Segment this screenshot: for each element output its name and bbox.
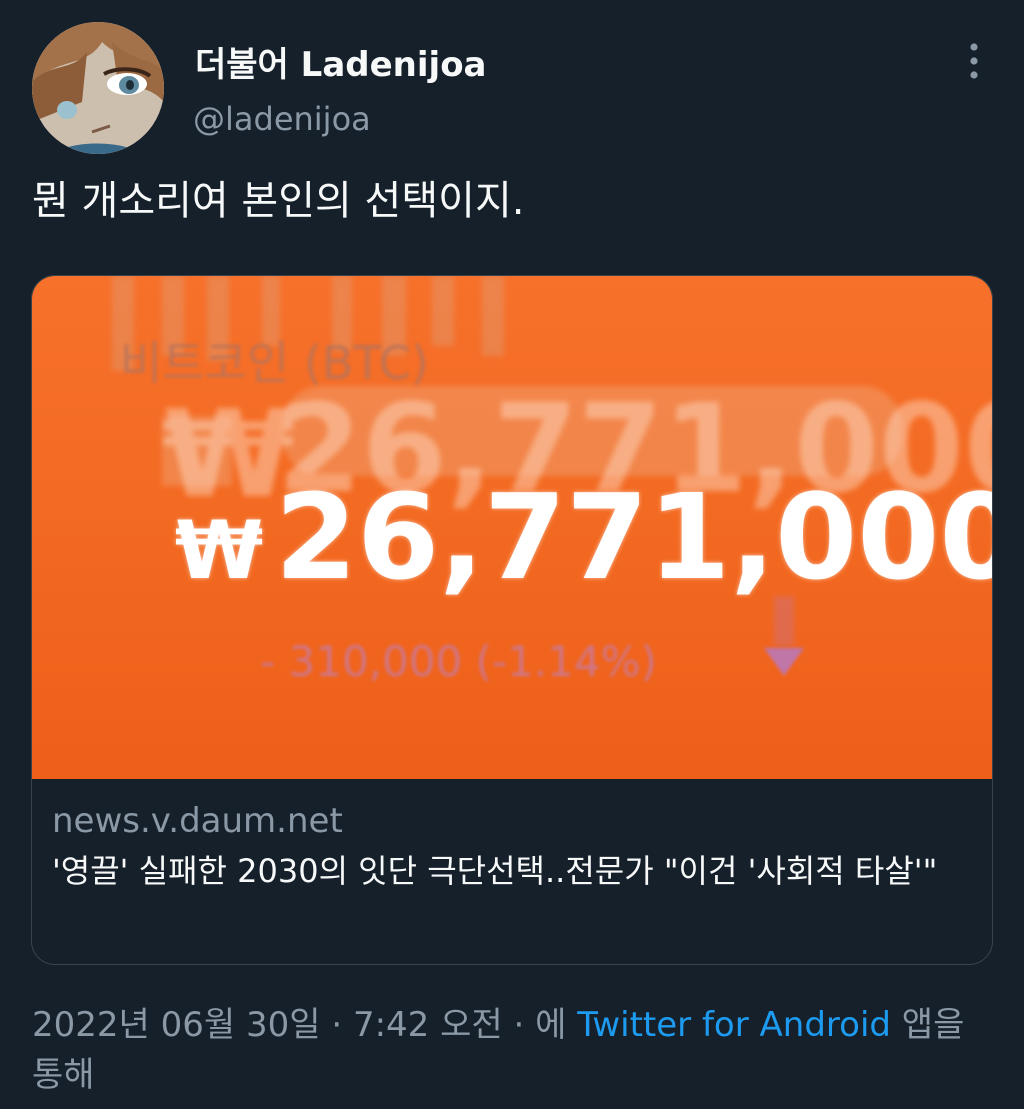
user-handle[interactable]: @ladenijoa xyxy=(193,100,371,138)
via-prefix: · 에 xyxy=(513,1005,567,1045)
tweet-text: 뭔 개소리여 본인의 선택이지. xyxy=(32,178,525,224)
display-name[interactable]: 더불어 Ladenijoa xyxy=(195,37,487,86)
avatar[interactable] xyxy=(32,22,164,154)
more-vertical-icon xyxy=(970,43,978,79)
card-image: 비트코인 (BTC) ₩ 26,771,000 ₩ 26,771,000 ₩ 2… xyxy=(32,276,993,779)
tweet-meta: 2022년 06월 30일 · 7:42 오전 · 에 Twitter for … xyxy=(32,1000,992,1100)
card-title: '영끌' 실패한 2030의 잇단 극단선택..전문가 "이건 '사회적 타살'… xyxy=(52,852,938,890)
meta-separator: · xyxy=(331,1005,343,1045)
price-value: 26,771,000 xyxy=(275,468,993,606)
source-app-link[interactable]: Twitter for Android xyxy=(577,1005,891,1045)
link-card[interactable]: 비트코인 (BTC) ₩ 26,771,000 ₩ 26,771,000 ₩ 2… xyxy=(31,275,993,965)
tweet-date[interactable]: 2022년 06월 30일 xyxy=(32,1005,321,1045)
price-change: - 310,000 (-1.14%) xyxy=(260,637,657,686)
anime-character-avatar-icon xyxy=(32,22,164,154)
card-domain: news.v.daum.net xyxy=(52,801,343,841)
down-triangle-icon xyxy=(764,648,804,676)
tweet-time[interactable]: 7:42 오전 xyxy=(353,1005,503,1045)
more-options-button[interactable] xyxy=(954,40,994,82)
currency-symbol: ₩ xyxy=(175,504,263,597)
